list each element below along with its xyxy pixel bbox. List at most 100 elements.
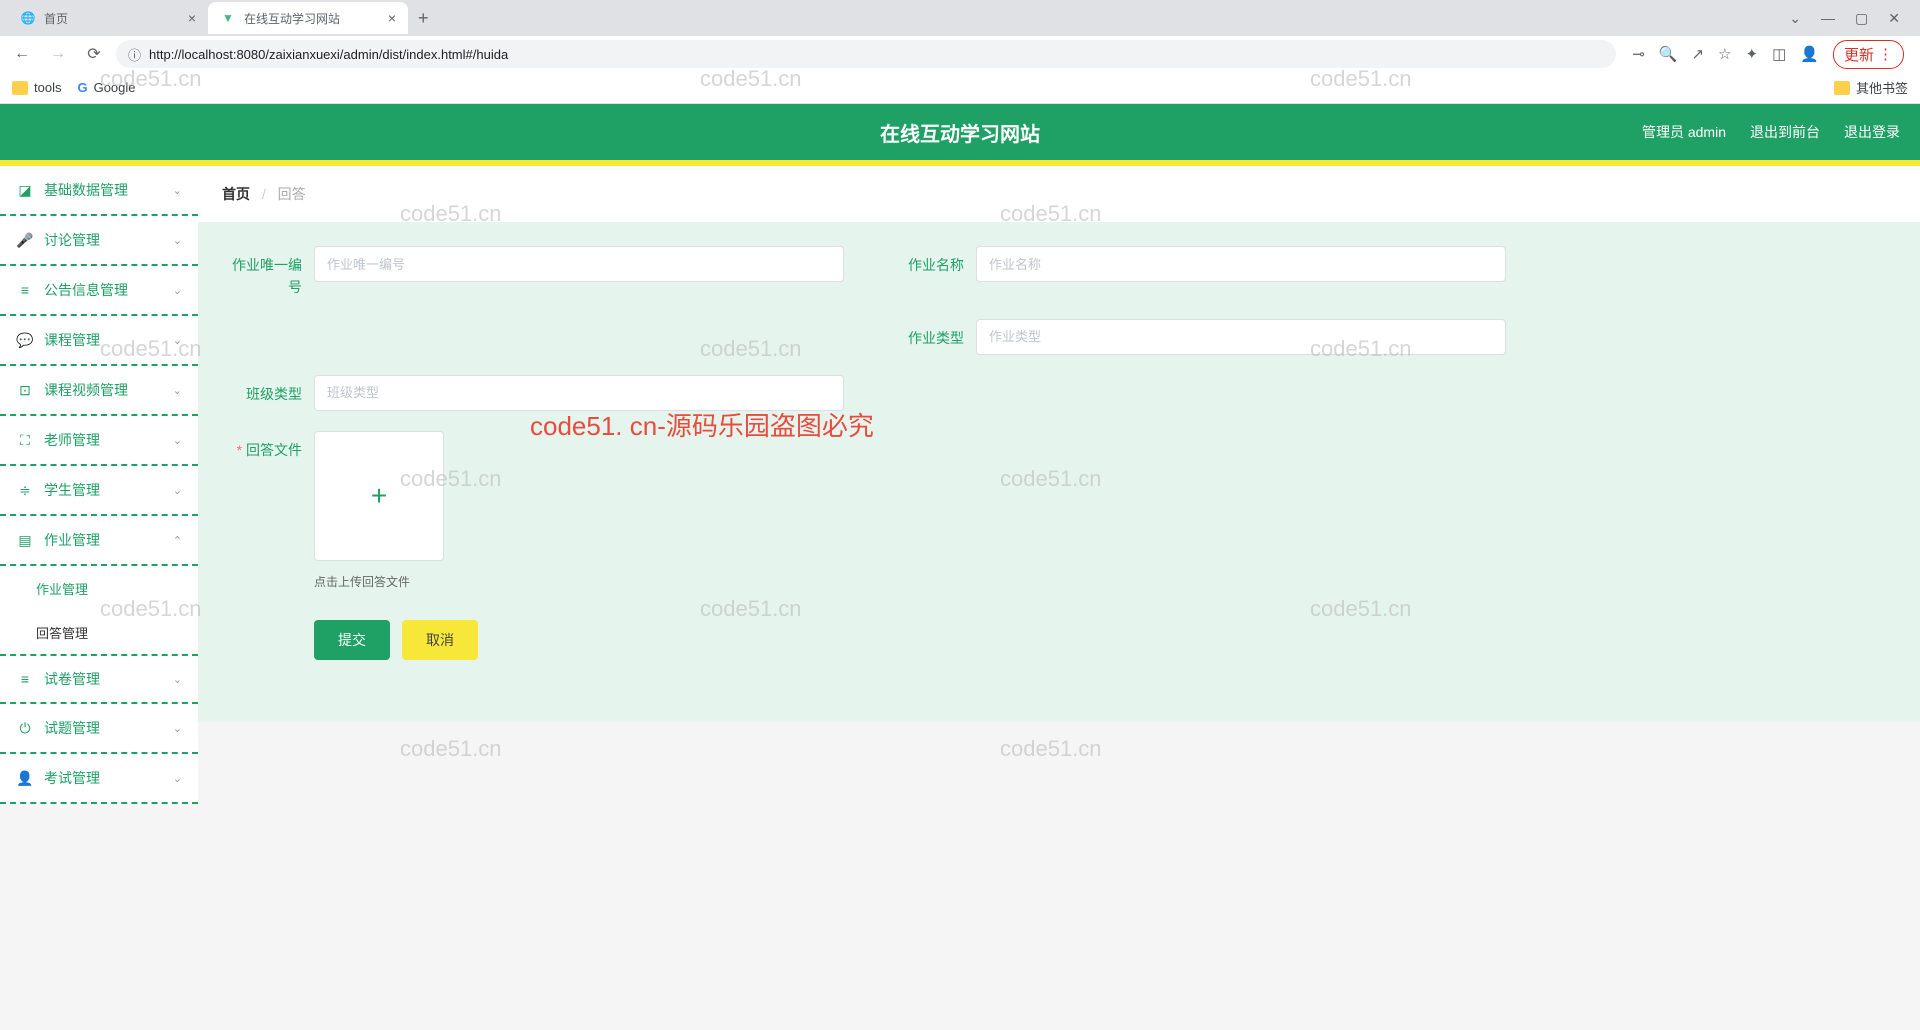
url-text: http://localhost:8080/zaixianxuexi/admin… xyxy=(149,47,508,62)
close-icon[interactable]: × xyxy=(188,10,196,26)
cancel-button[interactable]: 取消 xyxy=(402,620,478,660)
profile-icon[interactable]: 👤 xyxy=(1800,45,1819,63)
plus-icon: + xyxy=(371,480,387,512)
forward-button[interactable]: → xyxy=(44,40,72,68)
chevron-down-icon: ⌄ xyxy=(173,384,182,397)
zoom-icon[interactable]: 🔍 xyxy=(1659,45,1678,63)
close-icon[interactable]: × xyxy=(388,10,396,26)
minimize-icon[interactable]: — xyxy=(1821,10,1835,27)
sidebar-item-basedata[interactable]: ◪ 基础数据管理 ⌄ xyxy=(0,166,198,216)
back-button[interactable]: ← xyxy=(8,40,36,68)
toolbar-icons: ⊸ 🔍 ↗ ☆ ✦ ◫ 👤 更新 ⋮ xyxy=(1624,40,1912,69)
extension-icon[interactable]: ✦ xyxy=(1746,45,1759,63)
maximize-icon[interactable]: ▢ xyxy=(1855,10,1868,27)
bookmarks-bar: tools G Google 其他书签 xyxy=(0,72,1920,104)
admin-label[interactable]: 管理员 admin xyxy=(1642,122,1726,142)
video-icon: ⊡ xyxy=(16,382,34,399)
address-bar: ← → ⟳ ⓘ http://localhost:8080/zaixianxue… xyxy=(0,36,1920,72)
settings-icon: ≑ xyxy=(16,482,34,499)
list-icon: ≡ xyxy=(16,671,34,687)
input-homework-id[interactable] xyxy=(314,246,844,282)
input-class-type[interactable] xyxy=(314,375,844,411)
url-input[interactable]: ⓘ http://localhost:8080/zaixianxuexi/adm… xyxy=(116,40,1616,68)
chevron-down-icon: ⌄ xyxy=(173,722,182,735)
chat-icon: 💬 xyxy=(16,332,34,349)
label-answer-file: 回答文件 xyxy=(222,431,302,461)
close-window-icon[interactable]: ✕ xyxy=(1888,10,1900,27)
input-homework-type[interactable] xyxy=(976,319,1506,355)
app-header: 在线互动学习网站 管理员 admin 退出到前台 退出登录 xyxy=(0,104,1920,160)
label-class-type: 班级类型 xyxy=(222,375,302,405)
window-controls: ⌄ — ▢ ✕ xyxy=(1777,10,1912,27)
upload-box[interactable]: + xyxy=(314,431,444,561)
folder-icon xyxy=(12,81,28,95)
key-icon[interactable]: ⊸ xyxy=(1632,45,1645,63)
chevron-down-icon: ⌄ xyxy=(173,284,182,297)
label-homework-name: 作业名称 xyxy=(884,246,964,276)
chevron-down-icon: ⌄ xyxy=(173,484,182,497)
content: 首页 / 回答 作业唯一编号 作业名称 作业类型 xyxy=(198,166,1920,804)
sidebar-item-teacher[interactable]: ⛶ 老师管理 ⌄ xyxy=(0,416,198,466)
mic-icon: 🎤 xyxy=(16,232,34,249)
other-bookmarks[interactable]: 其他书签 xyxy=(1834,78,1908,97)
update-button[interactable]: 更新 ⋮ xyxy=(1833,40,1904,69)
info-icon: ⓘ xyxy=(128,45,141,64)
sidebar-item-video[interactable]: ⊡ 课程视频管理 ⌄ xyxy=(0,366,198,416)
submit-button[interactable]: 提交 xyxy=(314,620,390,660)
chevron-down-icon[interactable]: ⌄ xyxy=(1789,10,1801,27)
form-actions: 提交 取消 xyxy=(314,620,1896,660)
breadcrumb: 首页 / 回答 xyxy=(198,166,1920,222)
form-panel: 作业唯一编号 作业名称 作业类型 班级类型 xyxy=(198,222,1920,722)
sidebar-item-course[interactable]: 💬 课程管理 ⌄ xyxy=(0,316,198,366)
sidebar-item-discussion[interactable]: 🎤 讨论管理 ⌄ xyxy=(0,216,198,266)
browser-tab[interactable]: 🌐 首页 × xyxy=(8,2,208,34)
breadcrumb-home[interactable]: 首页 xyxy=(222,186,250,202)
header-actions: 管理员 admin 退出到前台 退出登录 xyxy=(1642,122,1900,142)
chevron-up-icon: ⌃ xyxy=(173,534,182,547)
sidebar: ◪ 基础数据管理 ⌄ 🎤 讨论管理 ⌄ ≡ 公告信息管理 ⌄ 💬 课程管理 ⌄ … xyxy=(0,166,198,804)
star-icon[interactable]: ☆ xyxy=(1718,45,1731,63)
sidebar-item-student[interactable]: ≑ 学生管理 ⌄ xyxy=(0,466,198,516)
panel-icon[interactable]: ◫ xyxy=(1772,45,1786,63)
browser-tab-active[interactable]: ▼ 在线互动学习网站 × xyxy=(208,2,408,34)
sidebar-item-paper[interactable]: ≡ 试卷管理 ⌄ xyxy=(0,654,198,704)
breadcrumb-current: 回答 xyxy=(278,186,306,202)
sidebar-item-question[interactable]: ⏻ 试题管理 ⌄ xyxy=(0,704,198,754)
reload-button[interactable]: ⟳ xyxy=(80,40,108,68)
chevron-down-icon: ⌄ xyxy=(173,184,182,197)
tab-title: 首页 xyxy=(44,10,68,27)
chevron-down-icon: ⌄ xyxy=(173,772,182,785)
share-icon[interactable]: ↗ xyxy=(1692,45,1705,63)
sidebar-item-exam[interactable]: 👤 考试管理 ⌄ xyxy=(0,754,198,804)
chevron-down-icon: ⌄ xyxy=(173,234,182,247)
folder-icon xyxy=(1834,81,1850,95)
sidebar-subitem-homework-manage[interactable]: 作业管理 xyxy=(0,566,198,610)
bookmark-google[interactable]: G Google xyxy=(77,80,135,95)
google-icon: G xyxy=(77,80,87,95)
globe-icon: 🌐 xyxy=(20,10,36,26)
chevron-down-icon: ⌄ xyxy=(173,434,182,447)
vue-icon: ▼ xyxy=(220,10,236,26)
chevron-down-icon: ⌄ xyxy=(173,334,182,347)
breadcrumb-separator: / xyxy=(262,186,266,202)
note-icon: ◪ xyxy=(16,182,34,199)
sidebar-item-homework[interactable]: ▤ 作业管理 ⌃ xyxy=(0,516,198,566)
list-icon: ≡ xyxy=(16,282,34,298)
book-icon: ▤ xyxy=(16,532,34,549)
app-title: 在线互动学习网站 xyxy=(880,118,1040,147)
tab-bar: 🌐 首页 × ▼ 在线互动学习网站 × + ⌄ — ▢ ✕ xyxy=(0,0,1920,36)
chevron-down-icon: ⌄ xyxy=(173,673,182,686)
sidebar-subitem-answer-manage[interactable]: 回答管理 xyxy=(0,610,198,654)
go-frontend-link[interactable]: 退出到前台 xyxy=(1750,122,1820,142)
logout-link[interactable]: 退出登录 xyxy=(1844,122,1900,142)
label-homework-type: 作业类型 xyxy=(884,319,964,349)
sidebar-item-notice[interactable]: ≡ 公告信息管理 ⌄ xyxy=(0,266,198,316)
tab-title: 在线互动学习网站 xyxy=(244,10,340,27)
crop-icon: ⛶ xyxy=(16,432,34,449)
label-homework-id: 作业唯一编号 xyxy=(222,246,302,299)
power-icon: ⏻ xyxy=(16,720,34,737)
input-homework-name[interactable] xyxy=(976,246,1506,282)
bookmark-tools[interactable]: tools xyxy=(12,80,61,95)
user-icon: 👤 xyxy=(16,770,34,787)
add-tab-button[interactable]: + xyxy=(408,8,439,29)
